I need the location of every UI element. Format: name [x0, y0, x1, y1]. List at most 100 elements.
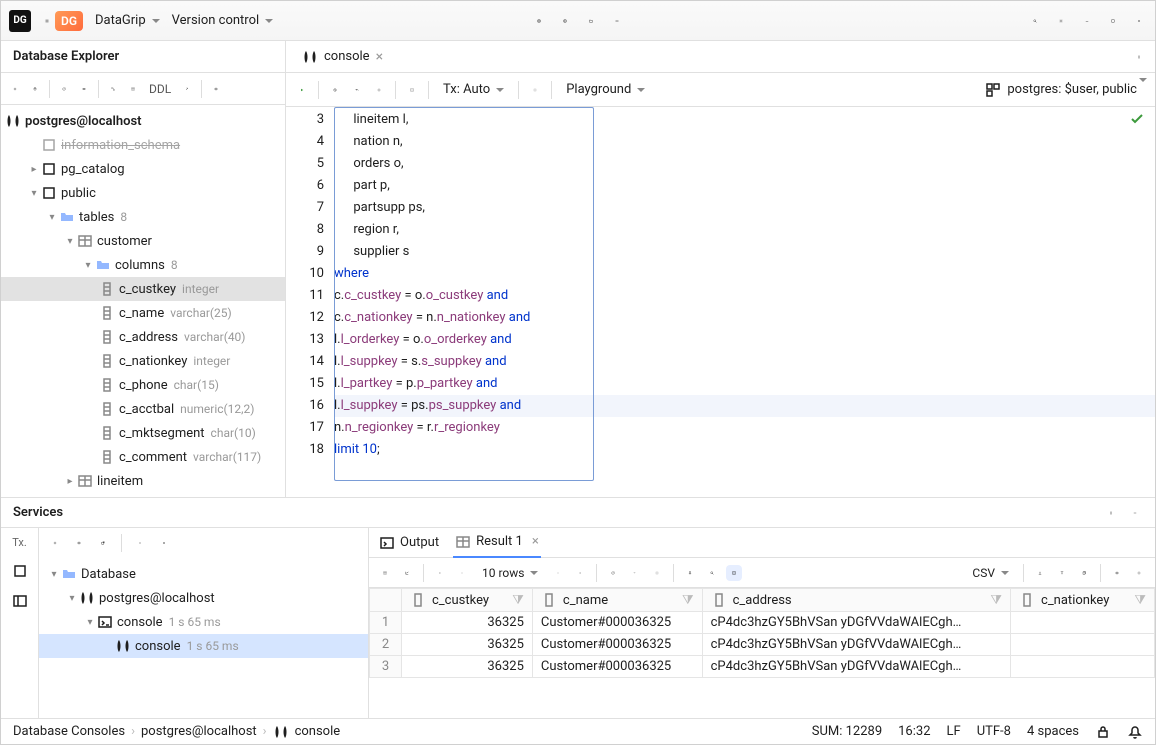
- ddl-button[interactable]: DDL: [145, 80, 175, 98]
- code-line[interactable]: l.l_partkey = p.p_partkey and: [334, 373, 1155, 395]
- breadcrumb[interactable]: Database Consoles› postgres@localhost› c…: [13, 724, 340, 740]
- svc-item[interactable]: postgres@localhost: [39, 586, 368, 610]
- svc-item[interactable]: console1 s 65 ms: [39, 634, 368, 658]
- code-line[interactable]: partsupp ps,: [334, 197, 1155, 219]
- context-label[interactable]: postgres: $user, public: [1007, 82, 1147, 97]
- minimize-panel-icon[interactable]: [1127, 505, 1143, 521]
- close-icon[interactable]: ×: [532, 534, 539, 549]
- rows-count[interactable]: 10 rows: [476, 562, 544, 584]
- revert-icon[interactable]: [627, 565, 643, 581]
- tab-output[interactable]: Output: [377, 528, 441, 558]
- column-row[interactable]: c_mktsegmentchar(10): [1, 421, 285, 445]
- vcs-menu[interactable]: Version control: [166, 9, 280, 32]
- code-line[interactable]: region r,: [334, 219, 1155, 241]
- upload-icon[interactable]: [1054, 565, 1070, 581]
- eye-icon[interactable]: [1109, 565, 1125, 581]
- svc-item[interactable]: console1 s 65 ms: [39, 610, 368, 634]
- remove-icon[interactable]: [156, 535, 172, 551]
- table-row[interactable]: 236325Customer#000036325cP4dc3hzGY5BhVSa…: [370, 634, 1155, 656]
- first-page-icon[interactable]: [432, 565, 448, 581]
- more-icon[interactable]: [1103, 505, 1119, 521]
- column-header[interactable]: c_custkey⧩: [402, 589, 533, 612]
- table-row[interactable]: 336325Customer#000036325cP4dc3hzGY5BhVSa…: [370, 656, 1155, 678]
- pin-icon[interactable]: [682, 565, 698, 581]
- tab-console[interactable]: console ×: [294, 43, 391, 71]
- result-grid[interactable]: c_custkey⧩c_name⧩c_address⧩c_nationkey⧩1…: [369, 588, 1155, 718]
- tree-item[interactable]: information_schema: [1, 133, 285, 157]
- position-label[interactable]: 16:32: [898, 724, 930, 739]
- code-line[interactable]: nation n,: [334, 131, 1155, 153]
- column-row[interactable]: c_custkeyinteger: [1, 277, 285, 301]
- line-sep[interactable]: LF: [947, 724, 961, 739]
- history-icon[interactable]: [327, 82, 343, 98]
- column-row[interactable]: c_phonechar(15): [1, 373, 285, 397]
- column-row[interactable]: c_namevarchar(25): [1, 301, 285, 325]
- table-icon[interactable]: [125, 81, 141, 97]
- hide-icon[interactable]: [132, 535, 148, 551]
- hamburger-icon[interactable]: [39, 13, 55, 29]
- last-page-icon[interactable]: [572, 565, 588, 581]
- column-row[interactable]: c_nationkeyinteger: [1, 349, 285, 373]
- code-line[interactable]: l.l_orderkey = o.o_orderkey and: [334, 329, 1155, 351]
- rollback-icon[interactable]: [349, 82, 365, 98]
- tree-item[interactable]: public: [1, 181, 285, 205]
- table-row[interactable]: 136325Customer#000036325cP4dc3hzGY5BhVSa…: [370, 612, 1155, 634]
- code-line[interactable]: c.c_nationkey = n.n_nationkey and: [334, 307, 1155, 329]
- add-icon[interactable]: [47, 535, 63, 551]
- refresh-icon[interactable]: [56, 81, 72, 97]
- tree-item[interactable]: tables8: [1, 205, 285, 229]
- datasource-icon[interactable]: [27, 81, 43, 97]
- add-icon[interactable]: [7, 81, 23, 97]
- column-row[interactable]: c_addressvarchar(40): [1, 325, 285, 349]
- code-line[interactable]: n.n_regionkey = r.r_regionkey: [334, 417, 1155, 439]
- tree-item[interactable]: customer: [1, 229, 285, 253]
- eye-icon[interactable]: [208, 81, 224, 97]
- code-line[interactable]: limit 10;: [334, 439, 1155, 461]
- tree[interactable]: postgres@localhost information_schema pg…: [1, 105, 285, 497]
- close-tab-icon[interactable]: ×: [376, 49, 383, 65]
- gear-icon[interactable]: [1131, 565, 1147, 581]
- jump-icon[interactable]: [179, 81, 195, 97]
- run-icon[interactable]: [294, 82, 310, 98]
- commit-icon[interactable]: [527, 82, 543, 98]
- column-row[interactable]: c_acctbalnumeric(12,2): [1, 397, 285, 421]
- tree-item[interactable]: pg_catalog: [1, 157, 285, 181]
- view-table-icon[interactable]: [377, 565, 393, 581]
- datasource-row[interactable]: postgres@localhost: [1, 109, 285, 133]
- indent[interactable]: 4 spaces: [1027, 724, 1079, 739]
- column-header[interactable]: c_name⧩: [532, 589, 702, 612]
- run-circle-icon[interactable]: [557, 13, 573, 29]
- project-menu[interactable]: DataGrip: [89, 9, 166, 32]
- bell-icon[interactable]: [1127, 724, 1143, 740]
- minimize-icon[interactable]: [1079, 13, 1095, 29]
- chart-icon[interactable]: [399, 565, 415, 581]
- reload-icon[interactable]: [605, 565, 621, 581]
- output-layout-icon[interactable]: [404, 82, 420, 98]
- code-line[interactable]: c.c_custkey = o.o_custkey and: [334, 285, 1155, 307]
- close-icon[interactable]: [1131, 13, 1147, 29]
- tab-result[interactable]: Result 1×: [453, 528, 541, 558]
- svc-item[interactable]: Database: [39, 562, 368, 586]
- code-line[interactable]: where: [334, 263, 1155, 285]
- eye-icon[interactable]: [71, 535, 87, 551]
- database-icon[interactable]: [531, 13, 547, 29]
- tree-item[interactable]: lineitem: [1, 469, 285, 493]
- code-line[interactable]: lineitem l,: [334, 109, 1155, 131]
- column-header[interactable]: c_address⧩: [702, 589, 1010, 612]
- tx-mode[interactable]: Tx: Auto: [437, 78, 510, 101]
- code-editor[interactable]: 3456789101112131415161718 lineitem l, na…: [286, 107, 1155, 497]
- tree-item[interactable]: columns8: [1, 253, 285, 277]
- playground-mode[interactable]: Playground: [560, 78, 651, 101]
- next-page-icon[interactable]: [550, 565, 566, 581]
- copy-icon[interactable]: [1076, 565, 1092, 581]
- maximize-icon[interactable]: [1105, 13, 1121, 29]
- code-line[interactable]: supplier s: [334, 241, 1155, 263]
- code-line[interactable]: l.l_suppkey = s.s_suppkey and: [334, 351, 1155, 373]
- column-row[interactable]: c_commentvarchar(117): [1, 445, 285, 469]
- code-line[interactable]: l.l_suppkey = ps.ps_suppkey and: [334, 395, 1155, 417]
- export-format[interactable]: CSV: [966, 562, 1015, 584]
- tab-more-icon[interactable]: [1131, 49, 1147, 65]
- tx-label[interactable]: Tx.: [12, 536, 27, 549]
- folder-icon[interactable]: [583, 13, 599, 29]
- code-line[interactable]: part p,: [334, 175, 1155, 197]
